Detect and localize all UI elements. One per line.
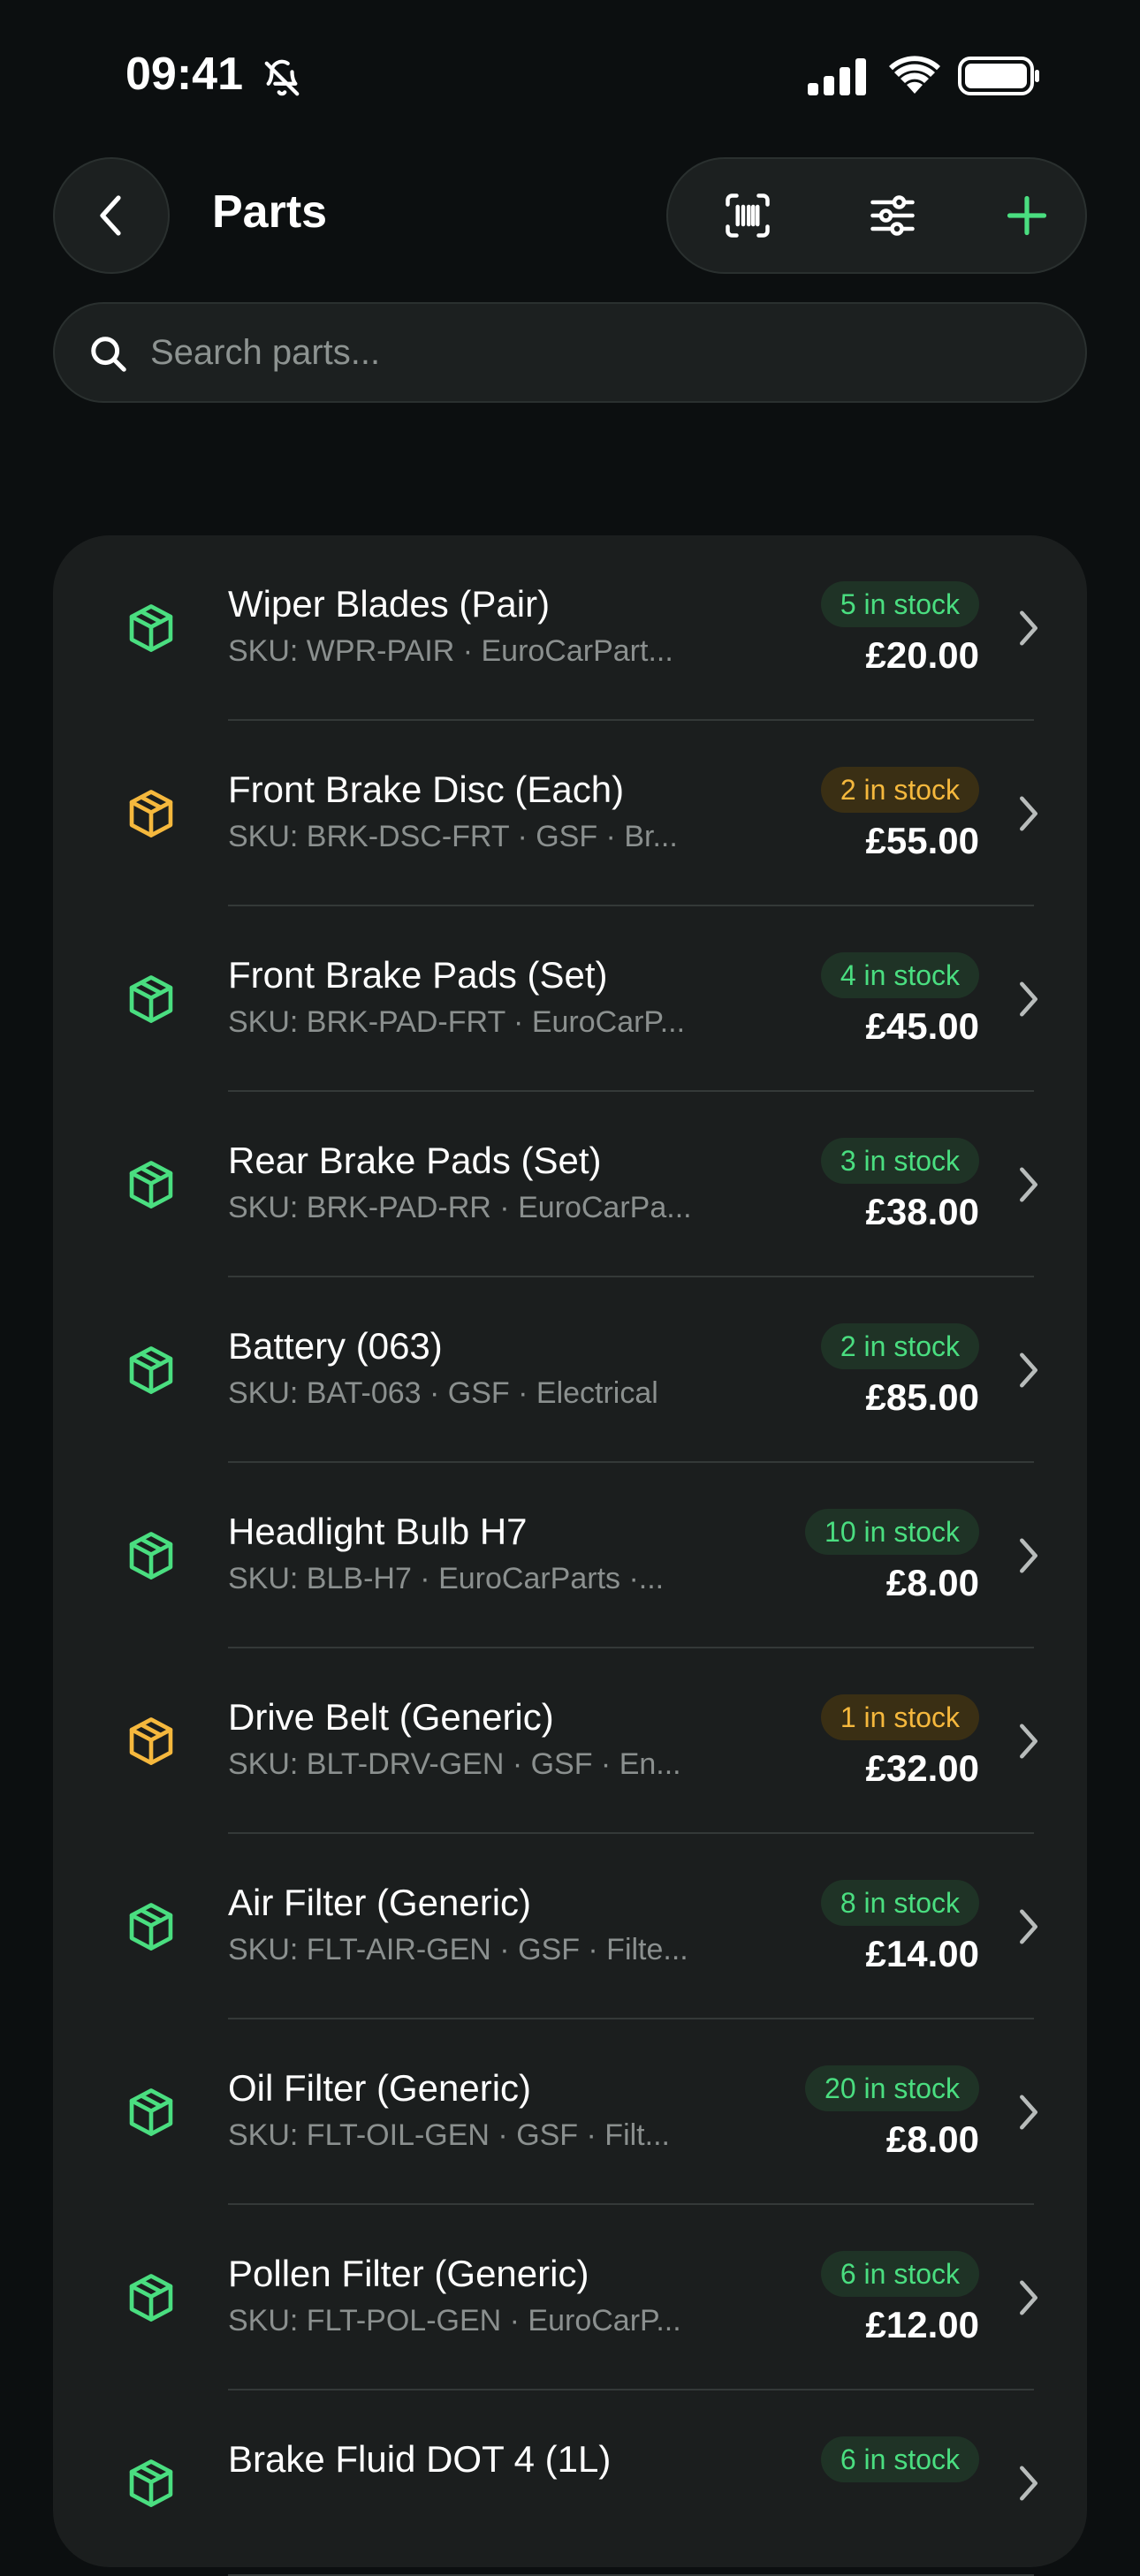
chevron-right-icon [1020, 2280, 1037, 2315]
part-row[interactable]: Battery (063) SKU: BAT-063 · GSF · Electr… [53, 1277, 1087, 1463]
parts-list: Wiper Blades (Pair) SKU: WPR-PAIR · EuroC… [53, 535, 1087, 2576]
part-sku: SKU: BRK-PAD-RR · EuroCarPa... [228, 1191, 692, 1224]
part-sku: SKU: BRK-PAD-FRT · EuroCarP... [228, 1005, 686, 1039]
package-icon [124, 2456, 179, 2511]
chevron-right-icon [1020, 1909, 1037, 1944]
chevron-right-icon [1020, 796, 1037, 831]
part-name: Air Filter (Generic) [228, 1882, 532, 1923]
part-name: Rear Brake Pads (Set) [228, 1140, 602, 1181]
part-row[interactable]: Front Brake Disc (Each) SKU: BRK-DSC-FRT … [53, 721, 1087, 906]
part-price: £32.00 [865, 1747, 979, 1789]
part-price: £55.00 [865, 820, 979, 861]
chevron-right-icon [1020, 2466, 1037, 2501]
search-bar [53, 302, 1087, 403]
part-price: £45.00 [865, 1005, 979, 1047]
package-icon [124, 601, 179, 655]
cellular-signal-icon [808, 58, 866, 95]
barcode-scan-button[interactable] [686, 159, 809, 272]
stock-badge: 5 in stock [820, 581, 979, 627]
part-row[interactable]: Wiper Blades (Pair) SKU: WPR-PAIR · EuroC… [53, 535, 1087, 721]
part-row[interactable]: Front Brake Pads (Set) SKU: BRK-PAD-FRT ·… [53, 906, 1087, 1092]
part-price: £20.00 [865, 634, 979, 676]
part-name: Pollen Filter (Generic) [228, 2253, 589, 2294]
package-icon [124, 1157, 179, 1212]
part-price: £12.00 [865, 2304, 979, 2345]
part-price: £38.00 [865, 1191, 979, 1232]
bell-slash-icon [264, 59, 300, 96]
package-icon [124, 1899, 179, 1954]
part-name: Front Brake Disc (Each) [228, 769, 625, 810]
status-time: 09:41 [125, 49, 243, 100]
filter-button[interactable] [831, 159, 954, 272]
search-icon [91, 337, 126, 372]
back-button[interactable] [53, 157, 170, 274]
stock-badge: 6 in stock [820, 2436, 979, 2482]
package-icon [124, 1714, 179, 1769]
part-name: Brake Fluid DOT 4 (1L) [228, 2438, 612, 2480]
part-sku: SKU: WPR-PAIR · EuroCarPart... [228, 634, 673, 668]
part-sku: SKU: FLT-OIL-GEN · GSF · Filt... [228, 2118, 670, 2152]
part-sku: SKU: BLB-H7 · EuroCarParts ·... [228, 1562, 665, 1595]
part-row[interactable]: Brake Fluid DOT 4 (1L) 6 in stock [53, 2390, 1087, 2576]
chevron-left-icon [100, 195, 121, 236]
barcode-scan-icon [726, 193, 770, 238]
status-bar: 09:41 [0, 0, 1140, 155]
chevron-right-icon [1020, 610, 1037, 646]
part-row[interactable]: Oil Filter (Generic) SKU: FLT-OIL-GEN · G… [53, 2019, 1087, 2205]
part-price: £85.00 [865, 1376, 979, 1418]
chevron-right-icon [1020, 1538, 1037, 1573]
add-part-button[interactable] [965, 159, 1089, 272]
part-row[interactable]: Air Filter (Generic) SKU: FLT-AIR-GEN · G… [53, 1834, 1087, 2019]
part-sku: SKU: BLT-DRV-GEN · GSF · En... [228, 1747, 681, 1781]
package-icon [124, 2270, 179, 2325]
part-row[interactable]: Rear Brake Pads (Set) SKU: BRK-PAD-RR · E… [53, 1092, 1087, 1277]
part-sku: SKU: BAT-063 · GSF · Electrical [228, 1376, 658, 1410]
search-input[interactable] [148, 323, 1032, 382]
plus-icon [1007, 195, 1047, 236]
stock-badge: 2 in stock [820, 1323, 979, 1369]
part-row[interactable]: Drive Belt (Generic) SKU: BLT-DRV-GEN · G… [53, 1648, 1087, 1834]
part-row[interactable]: Pollen Filter (Generic) SKU: FLT-POL-GEN … [53, 2205, 1087, 2390]
stock-badge: 20 in stock [805, 2065, 979, 2111]
package-icon [124, 1528, 179, 1583]
chevron-right-icon [1020, 981, 1037, 1017]
battery-icon [958, 57, 1039, 95]
stock-badge: 1 in stock [820, 1694, 979, 1740]
package-icon [124, 786, 179, 841]
stock-badge: 10 in stock [805, 1509, 979, 1555]
chevron-right-icon [1020, 1352, 1037, 1388]
chevron-right-icon [1020, 2095, 1037, 2130]
part-sku: SKU: FLT-AIR-GEN · GSF · Filte... [228, 1933, 688, 1966]
stock-badge: 6 in stock [820, 2251, 979, 2297]
part-name: Drive Belt (Generic) [228, 1696, 554, 1738]
part-name: Oil Filter (Generic) [228, 2067, 532, 2109]
chevron-right-icon [1020, 1724, 1037, 1759]
filter-sliders-icon [870, 195, 915, 236]
part-price: £14.00 [865, 1933, 979, 1974]
part-price: £8.00 [885, 2118, 979, 2160]
part-sku: SKU: BRK-DSC-FRT · GSF · Br... [228, 820, 678, 853]
part-name: Headlight Bulb H7 [228, 1511, 528, 1552]
part-name: Front Brake Pads (Set) [228, 954, 608, 996]
package-icon [124, 972, 179, 1027]
stock-badge: 4 in stock [820, 952, 979, 998]
part-sku: SKU: FLT-POL-GEN · EuroCarP... [228, 2304, 681, 2337]
package-icon [124, 2085, 179, 2140]
stock-badge: 8 in stock [820, 1880, 979, 1926]
part-name: Battery (063) [228, 1325, 443, 1367]
chevron-right-icon [1020, 1167, 1037, 1202]
package-icon [124, 1343, 179, 1398]
toolbar-actions [666, 157, 1087, 274]
part-price: £8.00 [885, 1562, 979, 1603]
part-name: Wiper Blades (Pair) [228, 583, 551, 625]
wifi-icon [889, 56, 940, 94]
stock-badge: 3 in stock [820, 1138, 979, 1184]
part-row[interactable]: Headlight Bulb H7 SKU: BLB-H7 · EuroCarPa… [53, 1463, 1087, 1648]
stock-badge: 2 in stock [820, 767, 979, 813]
page-title: Parts [212, 186, 328, 238]
